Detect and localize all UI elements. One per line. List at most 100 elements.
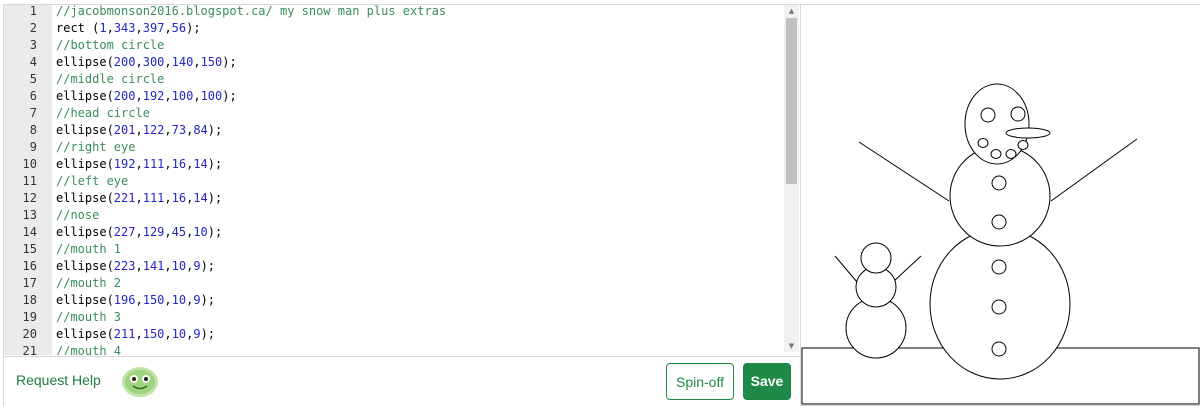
code-line[interactable]: //mouth 3 [56, 309, 121, 326]
code-number: 221 [113, 191, 136, 205]
code-token: ellipse( [56, 157, 114, 171]
code-token: ); [222, 55, 237, 69]
code-line[interactable]: //bottom circle [56, 37, 164, 54]
line-number: 19 [22, 310, 37, 324]
code-number: 140 [171, 55, 194, 69]
scroll-down-arrow-icon[interactable]: ▼ [784, 340, 799, 352]
code-token: ); [200, 293, 216, 307]
code-number: 111 [142, 191, 165, 205]
code-line[interactable]: ellipse(196,150,10,9); [56, 292, 215, 309]
code-token: ellipse( [56, 327, 114, 341]
code-number: 196 [113, 293, 136, 307]
line-number: 5 [29, 72, 37, 86]
code-number: 200 [113, 89, 136, 103]
code-token: ellipse( [56, 191, 114, 205]
code-comment: //bottom circle [56, 38, 165, 52]
mouth-2 [977, 138, 989, 148]
code-token: , [135, 21, 143, 35]
line-number: 11 [22, 174, 37, 188]
code-token: , [164, 259, 172, 273]
code-comment: //left eye [56, 174, 129, 188]
code-number: 100 [200, 89, 223, 103]
code-line[interactable]: ellipse(200,192,100,100); [56, 88, 237, 105]
button-1 [991, 175, 1007, 191]
code-line[interactable]: //right eye [56, 139, 135, 156]
scroll-up-arrow-icon[interactable]: ▲ [784, 5, 799, 17]
code-number: 16 [171, 191, 187, 205]
big-left-arm [858, 141, 950, 202]
code-token: ); [186, 21, 201, 35]
code-token: ellipse( [56, 123, 114, 137]
scroll-thumb[interactable] [786, 18, 797, 184]
line-number: 7 [29, 106, 37, 120]
line-number: 15 [22, 242, 37, 256]
button-5 [991, 341, 1007, 357]
code-number: 9 [193, 293, 201, 307]
save-button[interactable]: Save [743, 363, 791, 400]
code-line[interactable]: ellipse(221,111,16,14); [56, 190, 222, 207]
spin-off-button[interactable]: Spin-off [666, 363, 734, 400]
code-comment: //mouth 3 [56, 310, 122, 324]
code-line[interactable]: //left eye [56, 173, 128, 190]
code-line[interactable]: ellipse(192,111,16,14); [56, 156, 222, 173]
editor-scrollbar[interactable]: ▲ ▼ [784, 5, 799, 352]
code-token: , [164, 293, 172, 307]
small-head-circle [860, 242, 892, 274]
line-number: 13 [22, 208, 37, 222]
code-token: , [164, 89, 172, 103]
code-line[interactable]: ellipse(201,122,73,84); [56, 122, 222, 139]
output-canvas[interactable] [801, 5, 1200, 405]
code-number: 122 [142, 123, 165, 137]
code-line[interactable]: //mouth 4 [56, 343, 121, 355]
code-token: , [193, 55, 201, 69]
small-right-arm [892, 255, 922, 283]
code-number: 14 [193, 157, 208, 171]
code-number: 9 [193, 259, 201, 273]
code-number: 397 [142, 21, 165, 35]
code-token: , [106, 21, 114, 35]
code-number: 192 [113, 157, 136, 171]
code-token: ); [200, 327, 216, 341]
code-token: ); [207, 157, 223, 171]
request-help-link[interactable]: Request Help [16, 372, 101, 388]
code-token: , [164, 55, 172, 69]
code-token: , [135, 157, 143, 171]
line-number: 21 [22, 344, 37, 355]
line-number: 10 [22, 157, 37, 171]
button-3 [991, 259, 1007, 275]
code-line[interactable]: //mouth 1 [56, 241, 121, 258]
line-number: 18 [22, 293, 37, 307]
code-token: , [164, 157, 172, 171]
code-number: 129 [142, 225, 165, 239]
code-line[interactable]: ellipse(211,150,10,9); [56, 326, 215, 343]
code-number: 100 [171, 89, 194, 103]
code-token: , [135, 259, 143, 273]
code-comment: //head circle [56, 106, 150, 120]
code-token: ); [207, 191, 223, 205]
code-line[interactable]: //jacobmonson2016.blogspot.ca/ my snow m… [56, 5, 446, 20]
code-line[interactable]: ellipse(223,141,10,9); [56, 258, 215, 275]
code-token: , [193, 89, 201, 103]
code-line[interactable]: //middle circle [56, 71, 164, 88]
code-line[interactable]: ellipse(200,300,140,150); [56, 54, 237, 71]
code-line[interactable]: //head circle [56, 105, 150, 122]
code-number: 10 [193, 225, 208, 239]
code-line[interactable]: //nose [56, 207, 99, 224]
code-line[interactable]: rect (1,343,397,56); [56, 20, 201, 37]
snowman-drawing [801, 83, 1200, 405]
code-line[interactable]: //mouth 2 [56, 275, 121, 292]
code-comment: //middle circle [56, 72, 165, 86]
code-comment: //mouth 2 [56, 276, 122, 290]
code-number: 56 [171, 21, 187, 35]
code-number: 10 [171, 327, 187, 341]
code-number: 10 [171, 259, 187, 273]
line-number: 6 [29, 89, 37, 103]
code-token: , [135, 123, 143, 137]
code-line[interactable]: ellipse(227,129,45,10); [56, 224, 222, 241]
line-number: 3 [29, 38, 37, 52]
code-token: ellipse( [56, 89, 114, 103]
line-number: 20 [22, 327, 37, 341]
code-number: 211 [113, 327, 136, 341]
code-token: ); [222, 89, 237, 103]
code-editor[interactable]: 1 2 3 4 5 6 7 8 9 10 11 12 13 14 15 16 17 18 19 20 21 //jaco… [4, 5, 800, 355]
